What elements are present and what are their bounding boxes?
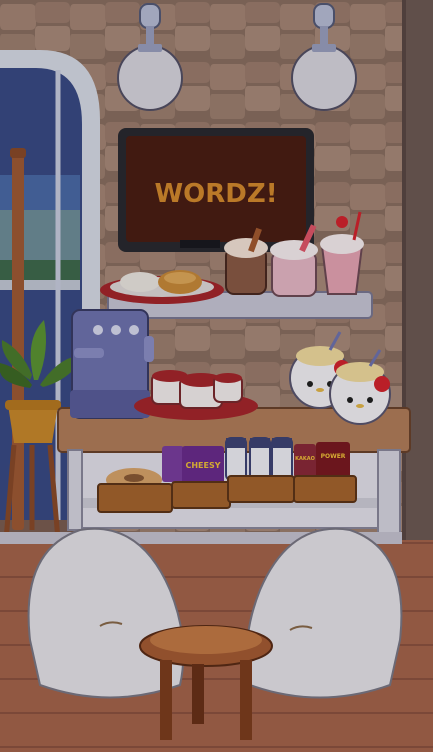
cafe-room-scene: WORDZ! CHEESY KAKAO POWER [0, 0, 433, 752]
